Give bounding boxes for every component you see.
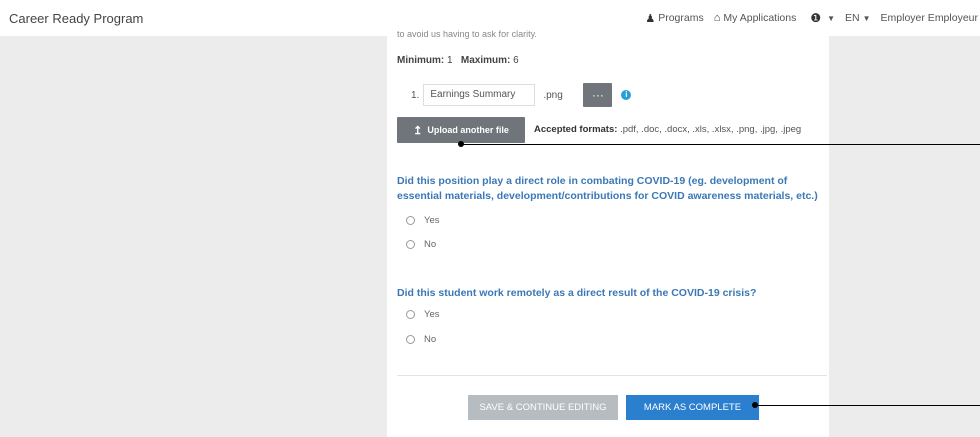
chevron-down-icon: ▼ bbox=[862, 13, 871, 23]
instruction-text: to avoid us having to ask for clarity. bbox=[397, 29, 537, 39]
upload-icon: ↥ bbox=[413, 124, 423, 137]
info-icon[interactable]: i bbox=[621, 90, 632, 100]
radio-covid-role-no[interactable]: No bbox=[406, 239, 436, 250]
file-number: 1. bbox=[411, 89, 420, 101]
language-dropdown[interactable]: EN ▼ bbox=[845, 12, 871, 24]
nav-my-applications[interactable]: ⌂ My Applications bbox=[714, 12, 797, 24]
callout-line-complete bbox=[755, 405, 980, 406]
user-name: Employer Employeur bbox=[880, 12, 978, 24]
divider bbox=[397, 375, 827, 376]
radio-label: No bbox=[424, 239, 437, 250]
radio-remote-yes[interactable]: Yes bbox=[406, 309, 440, 320]
file-options-button[interactable]: ··· bbox=[583, 83, 613, 107]
user-menu[interactable]: Employer Employeur bbox=[881, 12, 978, 24]
minimum-value: 1 bbox=[447, 55, 453, 66]
help-dropdown[interactable]: ❶ ▼ bbox=[810, 11, 835, 25]
callout-line-upload bbox=[461, 144, 980, 145]
save-continue-button[interactable]: SAVE & CONTINUE EDITING bbox=[468, 395, 618, 420]
maximum-value: 6 bbox=[513, 55, 519, 66]
radio-circle[interactable] bbox=[406, 335, 415, 344]
radio-circle[interactable] bbox=[406, 216, 415, 225]
radio-label: No bbox=[424, 334, 437, 345]
accepted-formats: Accepted formats: .pdf, .doc, .docx, .xl… bbox=[534, 124, 801, 135]
uploaded-file-row: 1. Earnings Summary exa .png ··· i bbox=[411, 83, 632, 107]
file-extension: .png bbox=[543, 89, 563, 101]
brand-title[interactable]: Career Ready Program bbox=[9, 11, 143, 26]
info-icon: ❶ bbox=[810, 11, 822, 25]
question-covid-role: Did this position play a direct role in … bbox=[397, 175, 818, 202]
file-name-input[interactable]: Earnings Summary exa bbox=[423, 84, 536, 106]
chevron-down-icon: ▼ bbox=[827, 13, 836, 23]
accepted-formats-label: Accepted formats: bbox=[534, 124, 618, 135]
radio-circle[interactable] bbox=[406, 240, 415, 249]
nav-programs-label: Programs bbox=[658, 12, 704, 24]
upload-button-label: Upload another file bbox=[427, 125, 509, 135]
upload-another-file-button[interactable]: ↥ Upload another file bbox=[397, 117, 525, 143]
question-remote-work: Did this student work remotely as a dire… bbox=[397, 287, 757, 299]
nav-programs[interactable]: ♟ Programs bbox=[645, 12, 703, 25]
mark-complete-button[interactable]: MARK AS COMPLETE bbox=[626, 395, 759, 420]
radio-remote-no[interactable]: No bbox=[406, 334, 436, 345]
radio-covid-role-yes[interactable]: Yes bbox=[406, 215, 440, 226]
user-icon: ♟ bbox=[645, 12, 656, 25]
nav-my-applications-label: My Applications bbox=[723, 12, 797, 24]
file-limits: Minimum: 1 Maximum: 6 bbox=[397, 55, 519, 66]
home-icon: ⌂ bbox=[713, 12, 721, 24]
radio-label: Yes bbox=[424, 215, 440, 226]
language-label: EN bbox=[845, 12, 860, 24]
radio-circle[interactable] bbox=[406, 310, 415, 319]
minimum-label: Minimum: bbox=[397, 55, 445, 66]
radio-label: Yes bbox=[424, 309, 440, 320]
maximum-label: Maximum: bbox=[460, 55, 511, 66]
form-panel: to avoid us having to ask for clarity. M… bbox=[387, 25, 829, 437]
accepted-formats-list: .pdf, .doc, .docx, .xls, .xlsx, .png, .j… bbox=[620, 124, 802, 135]
